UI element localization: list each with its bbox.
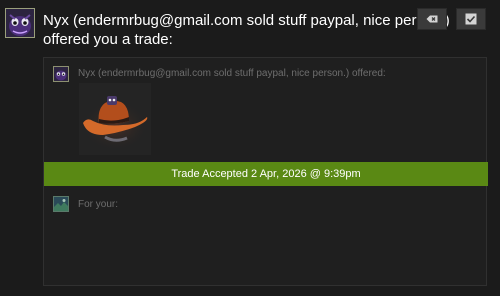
dismiss-offer-button[interactable]: [417, 8, 447, 30]
sender-avatar[interactable]: [5, 8, 35, 38]
offer-action-line: offered you a trade:: [43, 31, 173, 48]
dismiss-icon: [426, 15, 438, 23]
sender-name-line[interactable]: Nyx (endermrbug@gmail.com sold stuff pay…: [43, 11, 450, 30]
offered-label: Nyx (endermrbug@gmail.com sold stuff pay…: [78, 68, 386, 79]
checkmark-icon: [465, 13, 477, 25]
for-your-label: For your:: [78, 199, 119, 210]
purple-creature-avatar-icon: [54, 67, 68, 81]
offered-item-slot[interactable]: [79, 83, 151, 155]
purple-creature-avatar-icon: [6, 9, 34, 37]
trade-offer-header: Nyx (endermrbug@gmail.com sold stuff pay…: [43, 11, 450, 49]
trade-details-panel: Nyx (endermrbug@gmail.com sold stuff pay…: [43, 57, 488, 286]
trade-status-text: Trade Accepted 2 Apr, 2026 @ 9:39pm: [171, 168, 361, 180]
cowboy-hat-item-icon: [79, 83, 151, 155]
offerer-avatar[interactable]: [53, 66, 69, 82]
accept-offer-button[interactable]: [456, 8, 486, 30]
landscape-avatar-icon: [54, 197, 68, 211]
recipient-avatar[interactable]: [53, 196, 69, 212]
trade-status-banner: Trade Accepted 2 Apr, 2026 @ 9:39pm: [44, 162, 488, 186]
